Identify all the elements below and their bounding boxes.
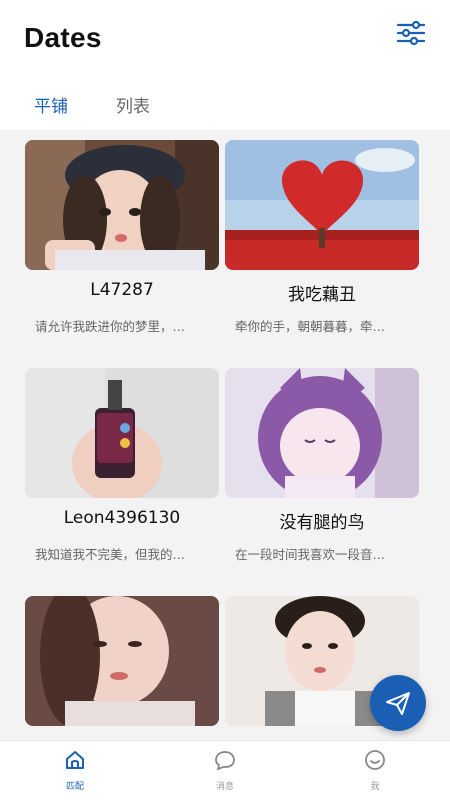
tab-tile[interactable]: 平铺 bbox=[34, 92, 68, 117]
profile-bio: 牵你的手，朝朝暮暮，牵… bbox=[235, 319, 386, 334]
smiley-icon bbox=[365, 750, 385, 770]
sliders-icon bbox=[396, 20, 426, 46]
profile-name: Leon4396130 bbox=[63, 508, 181, 528]
nav-item-me[interactable]: 我 bbox=[345, 747, 405, 797]
profile-bio: 我知道我不完美，但我的… bbox=[35, 547, 186, 562]
profile-photo bbox=[25, 140, 219, 270]
profile-photo bbox=[225, 368, 419, 498]
home-icon bbox=[66, 751, 84, 769]
send-button[interactable] bbox=[370, 675, 426, 731]
app-title: Dates bbox=[24, 22, 102, 53]
profile-bio: 在一段时间我喜欢一段音… bbox=[235, 547, 386, 562]
profile-name: 我吃藕丑 bbox=[288, 285, 356, 305]
profile-name: 没有腿的鸟 bbox=[279, 513, 365, 533]
profile-card[interactable]: 没有腿的鸟 在一段时间我喜欢一段音… bbox=[225, 358, 419, 578]
profile-photo bbox=[25, 368, 219, 498]
paper-plane-icon bbox=[386, 692, 410, 715]
profile-bio: 请允许我跌进你的梦里，… bbox=[35, 319, 186, 334]
nav-label: 我 bbox=[370, 782, 380, 792]
card-grid: L47287 请允许我跌进你的梦里，… 我吃藕丑 牵你的手，朝朝暮暮，牵… Le… bbox=[0, 130, 450, 740]
profile-photo bbox=[225, 140, 419, 270]
profile-card[interactable]: L47287 请允许我跌进你的梦里，… bbox=[25, 130, 219, 350]
profile-name: L47287 bbox=[90, 280, 154, 300]
nav-item-messages[interactable]: 消息 bbox=[195, 747, 255, 797]
tab-list[interactable]: 列表 bbox=[116, 92, 150, 117]
chat-bubble-icon bbox=[215, 751, 235, 771]
filter-button[interactable] bbox=[394, 18, 428, 48]
nav-item-match[interactable]: 匹配 bbox=[45, 747, 105, 797]
profile-photo bbox=[25, 596, 219, 726]
view-tabs: 平铺 列表 bbox=[0, 80, 450, 130]
profile-card[interactable]: Leon4396130 我知道我不完美，但我的… bbox=[25, 358, 219, 578]
profile-card[interactable]: 我吃藕丑 牵你的手，朝朝暮暮，牵… bbox=[225, 130, 419, 350]
profile-card[interactable] bbox=[25, 586, 219, 740]
bottom-nav: 匹配 消息 我 bbox=[0, 740, 450, 800]
nav-label: 匹配 bbox=[65, 782, 84, 792]
header: Dates bbox=[0, 0, 450, 80]
nav-label: 消息 bbox=[215, 782, 234, 792]
